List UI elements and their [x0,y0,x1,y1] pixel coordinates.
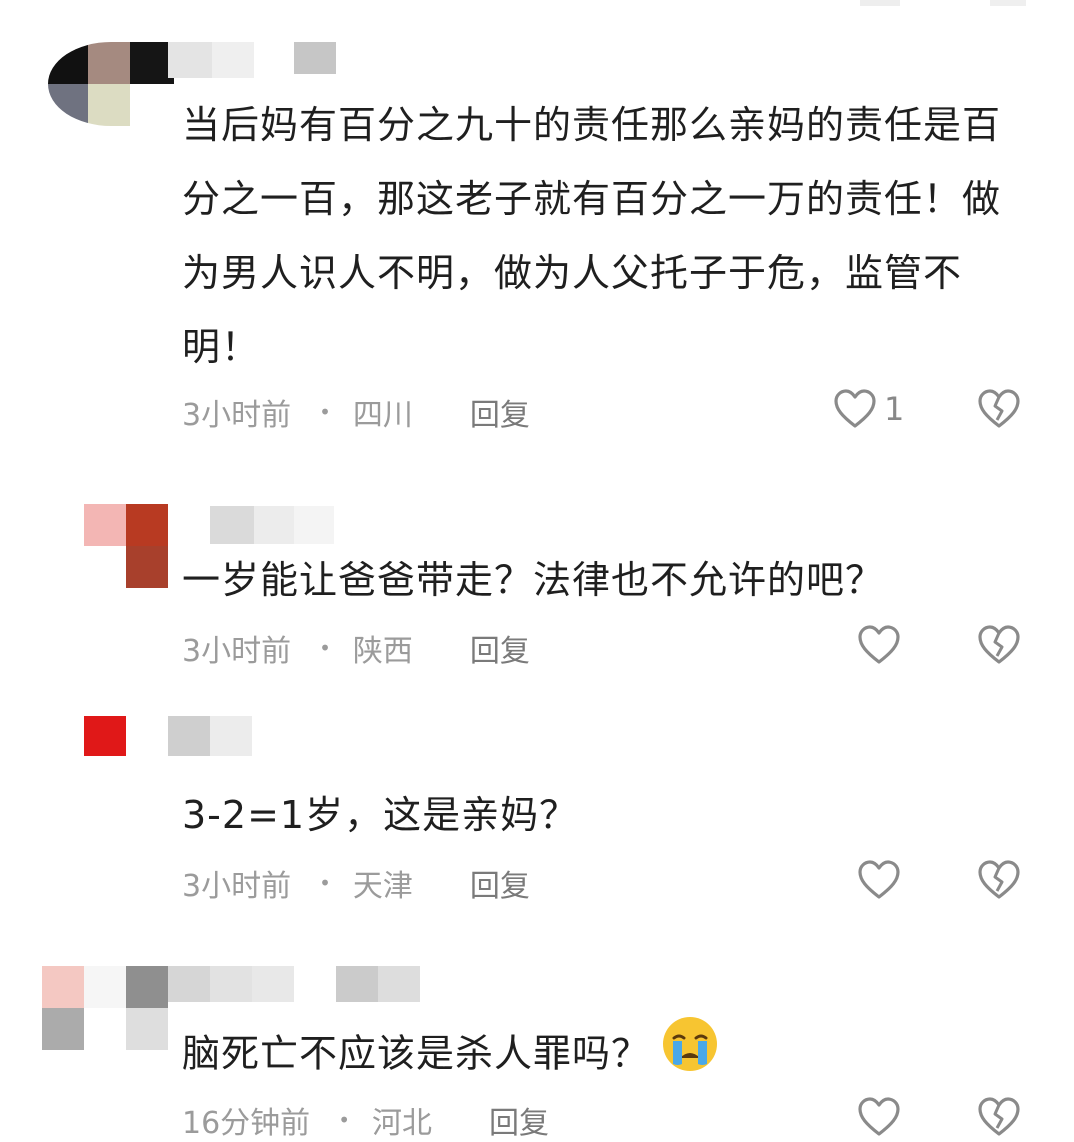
broken-heart-icon [978,389,1020,428]
previous-comment-remnant [990,0,1026,6]
heart-icon [834,389,876,428]
comment-time: 3小时前 [182,869,292,904]
like-button[interactable] [856,1094,902,1140]
previous-comment-remnant [860,0,900,6]
dislike-button[interactable] [976,622,1022,668]
comment-location: 陕西 [352,634,413,669]
dislike-button[interactable] [976,386,1022,432]
comment-text-content: 脑死亡不应该是杀人罪吗？ [182,1031,651,1076]
like-button[interactable] [856,622,902,668]
comment-time: 16分钟前 [182,1106,311,1141]
reply-button[interactable]: 回复 [489,1098,549,1142]
comment-meta: 3小时前 • 天津 回复 [182,861,530,905]
separator-dot: • [319,636,331,660]
reply-button[interactable]: 回复 [470,390,530,434]
comment-text: 一岁能让爸爸带走？法律也不允许的吧？ [182,558,885,602]
comment-text: 脑死亡不应该是杀人罪吗？ [182,1014,1012,1098]
comment-location: 河北 [371,1106,432,1141]
avatar[interactable] [48,42,174,126]
like-count: 1 [884,390,905,428]
broken-heart-icon [978,625,1020,664]
separator-dot: • [319,871,331,895]
separator-dot: • [338,1108,350,1132]
like-button[interactable]: 1 [832,386,904,432]
comment-time: 3小时前 [182,398,292,433]
broken-heart-icon [978,1097,1020,1136]
dislike-button[interactable] [976,857,1022,903]
heart-icon [858,860,900,899]
comment-time: 3小时前 [182,634,292,669]
broken-heart-icon [978,860,1020,899]
like-button[interactable] [856,857,902,903]
avatar[interactable] [42,966,168,1050]
comment-meta: 3小时前 • 四川 回复 [182,390,530,434]
reply-button[interactable]: 回复 [470,861,530,905]
comment-location: 天津 [352,869,413,904]
avatar[interactable] [84,716,126,756]
avatar[interactable] [84,504,168,588]
comment-meta: 3小时前 • 陕西 回复 [182,626,530,670]
crying-face-emoji [660,1014,720,1098]
comment-text: 3-2=1岁，这是亲妈？ [182,793,579,837]
comment-location: 四川 [352,398,413,433]
dislike-button[interactable] [976,1094,1022,1140]
reply-button[interactable]: 回复 [470,626,530,670]
heart-icon [858,625,900,664]
comment-meta: 16分钟前 • 河北 回复 [182,1098,549,1142]
separator-dot: • [319,400,331,424]
comment-text: 当后妈有百分之九十的责任那么亲妈的责任是百分之一百，那这老子就有百分之一万的责任… [182,103,1002,369]
heart-icon [858,1097,900,1136]
